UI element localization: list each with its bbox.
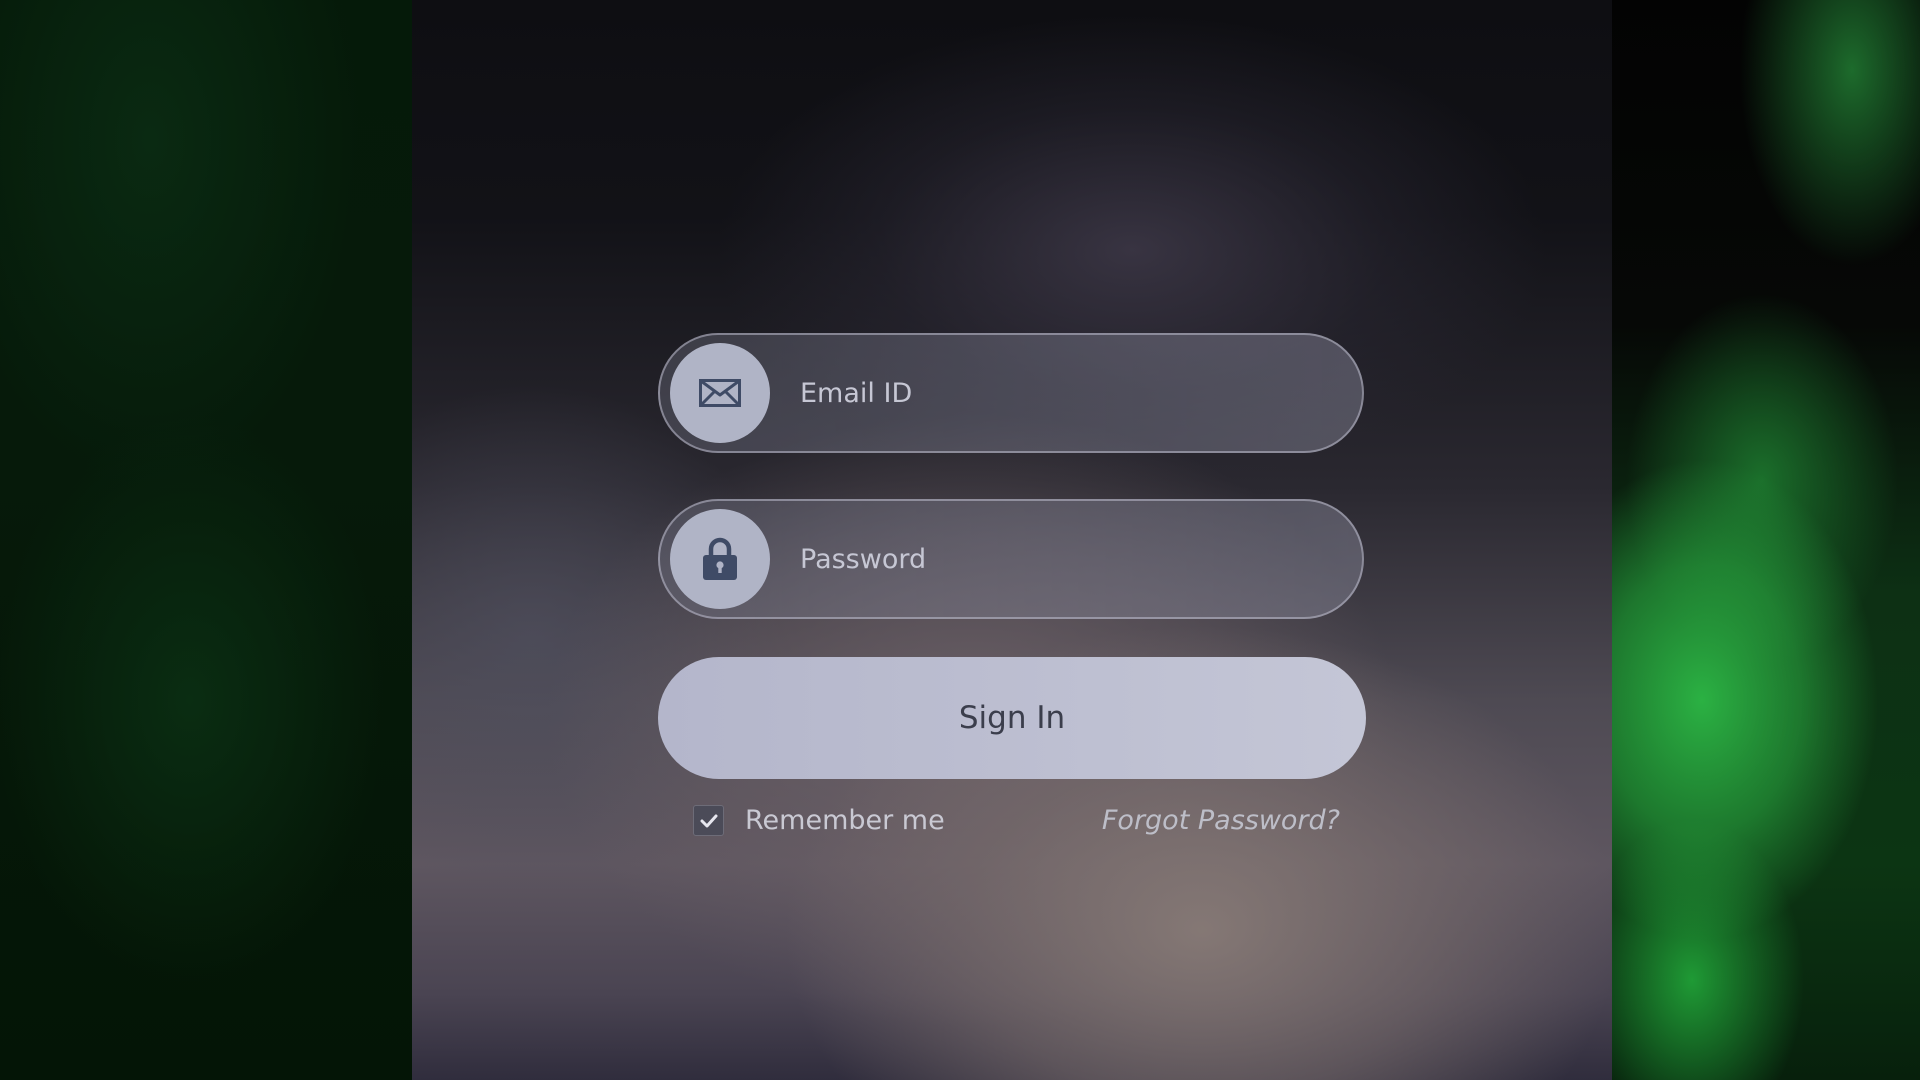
lock-icon (670, 509, 770, 609)
sign-in-button[interactable]: Sign In (658, 657, 1366, 779)
email-field (658, 333, 1364, 453)
login-form: Sign In Remember me Forgot Password? (658, 333, 1366, 845)
forgot-password-link[interactable]: Forgot Password? (1102, 805, 1340, 836)
background-left-blur (0, 0, 412, 1080)
password-input[interactable] (800, 501, 1320, 617)
password-field (658, 499, 1364, 619)
background-right-blur (1612, 0, 1920, 1080)
remember-me-checkbox[interactable] (693, 805, 724, 836)
envelope-icon (670, 343, 770, 443)
login-options: Remember me Forgot Password? (658, 805, 1366, 845)
checkmark-icon (700, 814, 717, 827)
login-screen: Sign In Remember me Forgot Password? (0, 0, 1920, 1080)
email-input[interactable] (800, 335, 1320, 451)
remember-me-toggle[interactable]: Remember me (693, 805, 945, 836)
remember-me-label: Remember me (745, 805, 945, 836)
